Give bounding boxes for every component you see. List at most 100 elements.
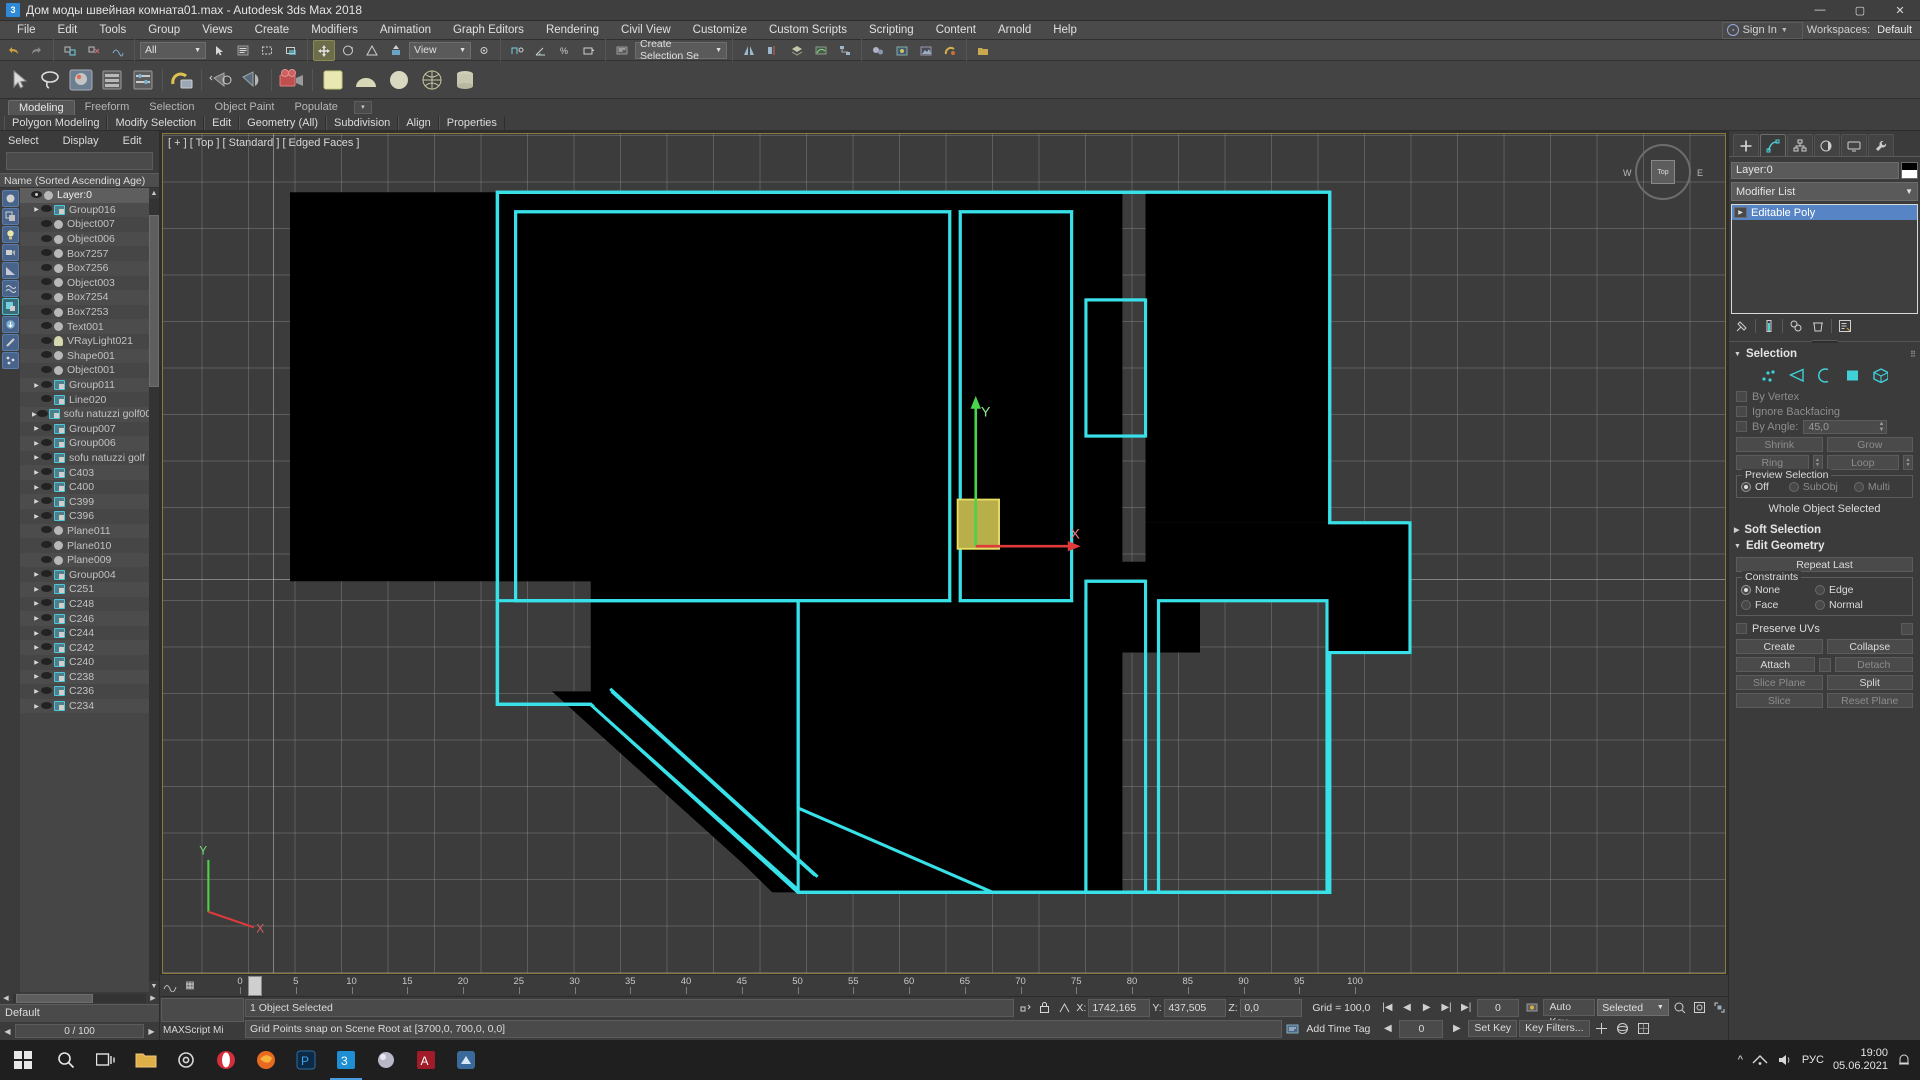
material-slot-flat-icon[interactable]	[317, 64, 349, 96]
scene-explorer-item[interactable]: ▶ Group006	[20, 436, 149, 451]
preview-multi-radio[interactable]	[1853, 482, 1864, 492]
scene-explorer-item[interactable]: ▶ C403	[20, 465, 149, 480]
reference-coordinate-dropdown[interactable]: View ▼	[409, 41, 471, 59]
material-slot-dome-icon[interactable]	[350, 64, 382, 96]
timeline-ticks[interactable]: 0 5 10 15 20 25 30 35 40 45 50 55 60 65 70 75 80 85 90 95 10…	[200, 975, 1728, 997]
scene-explorer-item[interactable]: Box7256	[20, 260, 149, 276]
scene-explorer-item[interactable]: Plane009	[20, 552, 149, 568]
frame-field[interactable]: 0 / 100	[15, 1024, 144, 1038]
scroll-up-icon[interactable]: ▲	[149, 188, 159, 199]
filter-particles-icon[interactable]	[1, 352, 19, 369]
menu-civil-view[interactable]: Civil View	[610, 21, 682, 40]
rectangular-select-region-icon[interactable]	[256, 40, 278, 61]
scroll-down-icon[interactable]: ▼	[149, 981, 159, 992]
bind-space-warp-icon[interactable]	[107, 40, 129, 61]
filter-shapes-icon[interactable]	[1, 208, 19, 225]
visibility-eye-icon[interactable]	[41, 322, 53, 331]
zoom-tool-icon[interactable]	[1671, 999, 1689, 1017]
window-crossing-icon[interactable]	[280, 40, 302, 61]
expand-arrow-icon[interactable]: ▶	[32, 571, 41, 578]
layer-explorer-icon[interactable]	[786, 40, 808, 61]
scene-explorer-item[interactable]: ▶ C244	[20, 625, 149, 641]
next-frame-icon[interactable]: ▶|	[1438, 999, 1456, 1017]
x-coordinate-field[interactable]: 1742,165	[1088, 998, 1151, 1017]
expand-arrow-icon[interactable]: ▶	[32, 688, 41, 695]
time-slider-bar[interactable]: ▦ 0 5 10 15 20 25 30 35 40 45 50 55 60 65 70 75 80 85 90 95…	[160, 974, 1728, 996]
visibility-eye-icon[interactable]	[41, 453, 53, 462]
hscroll-thumb[interactable]	[15, 993, 93, 1003]
render-production-large-icon[interactable]	[167, 64, 197, 96]
scene-explorer-item[interactable]: Line020	[20, 392, 149, 407]
visibility-eye-icon[interactable]	[41, 701, 53, 711]
photoshop-icon[interactable]: P	[286, 1040, 326, 1080]
preview-subobj-radio[interactable]	[1788, 482, 1799, 492]
visibility-eye-icon[interactable]	[41, 263, 53, 273]
expand-arrow-icon[interactable]: ▶	[32, 454, 41, 461]
task-view-icon[interactable]	[86, 1040, 126, 1080]
filter-keys-icon[interactable]: ▦	[180, 977, 200, 995]
menu-file[interactable]: File	[6, 21, 47, 40]
key-mode-next-icon[interactable]: ▶	[1447, 1020, 1466, 1038]
material-slot-teapot-icon[interactable]	[416, 64, 448, 96]
hierarchy-tab[interactable]	[1787, 134, 1813, 156]
z-coordinate-field[interactable]: 0,0	[1240, 998, 1303, 1017]
collapse-triangle-icon[interactable]: ▼	[1734, 351, 1741, 358]
by-angle-option[interactable]: By Angle: 45,0 ▲ ▼	[1736, 419, 1913, 434]
soft-selection-rollout-header[interactable]: ▶ Soft Selection	[1731, 522, 1918, 538]
edit-geometry-rollout-header[interactable]: ▼ Edit Geometry	[1731, 538, 1918, 554]
undo-icon[interactable]	[2, 40, 24, 61]
scene-explorer-item[interactable]: ▶ C240	[20, 655, 149, 670]
time-slider-handle[interactable]	[248, 975, 262, 996]
menu-create[interactable]: Create	[244, 21, 301, 40]
material-editor-icon[interactable]	[867, 40, 889, 61]
visibility-eye-icon[interactable]	[41, 672, 53, 681]
ignore-backfacing-checkbox[interactable]	[1736, 406, 1747, 417]
scene-explorer-item[interactable]: Object006	[20, 231, 149, 247]
snaps-toggle-icon[interactable]	[506, 40, 528, 61]
unlink-icon[interactable]	[83, 40, 105, 61]
vertex-icon[interactable]	[1761, 368, 1776, 383]
scene-explorer-item[interactable]: Object001	[20, 363, 149, 378]
notifications-icon[interactable]	[1897, 1053, 1911, 1067]
modifier-stack[interactable]: ▶ Editable Poly	[1731, 204, 1918, 314]
menu-group[interactable]: Group	[137, 21, 191, 40]
visibility-eye-icon[interactable]	[41, 219, 53, 229]
viewport-top[interactable]: [ + ] [ Top ] [ Standard ] [ Edged Faces…	[162, 133, 1726, 974]
scene-explorer-list[interactable]: Layer:0 ▶ Group016 Object007 Object006 Box725…	[20, 188, 149, 992]
visibility-eye-icon[interactable]	[41, 380, 53, 390]
filter-geometry-icon[interactable]	[1, 190, 19, 207]
spinner-snap-icon[interactable]	[578, 40, 600, 61]
firefox-icon[interactable]	[246, 1040, 286, 1080]
y-coordinate-field[interactable]: 437,505	[1164, 998, 1227, 1017]
visibility-eye-icon[interactable]	[41, 482, 53, 492]
scene-explorer-item[interactable]: ▶ Group007	[20, 421, 149, 437]
view-cube-box[interactable]: Top	[1651, 160, 1675, 184]
by-vertex-checkbox[interactable]	[1736, 391, 1747, 402]
curve-editor-icon[interactable]	[810, 40, 832, 61]
scene-explorer-menu-display[interactable]: Display	[63, 135, 99, 147]
visibility-eye-icon[interactable]	[41, 365, 53, 375]
selection-lock-toggle-icon[interactable]	[1014, 999, 1034, 1017]
render-in-cloud-icon[interactable]	[206, 64, 236, 96]
ribbon-tab-object-paint[interactable]: Object Paint	[205, 100, 285, 115]
visibility-eye-icon[interactable]	[41, 657, 53, 667]
select-by-name-icon[interactable]	[232, 40, 254, 61]
slice-button[interactable]: Slice	[1736, 693, 1823, 708]
scroll-right-icon[interactable]: ▶	[147, 994, 159, 1002]
scene-explorer-item[interactable]: Plane011	[20, 523, 149, 539]
visibility-eye-icon[interactable]	[41, 278, 53, 287]
scene-explorer-item[interactable]: Plane010	[20, 538, 149, 553]
expand-arrow-icon[interactable]: ▶	[32, 440, 41, 447]
show-end-result-icon[interactable]	[1760, 317, 1778, 335]
set-key-button[interactable]: Set Key	[1468, 1020, 1518, 1037]
render-setup-large-icon[interactable]	[97, 64, 127, 96]
material-slot-cylinder-icon[interactable]	[449, 64, 481, 96]
menu-rendering[interactable]: Rendering	[535, 21, 610, 40]
scene-explorer-item[interactable]: Box7257	[20, 246, 149, 261]
minimize-button[interactable]: —	[1800, 0, 1840, 21]
by-angle-checkbox[interactable]	[1736, 421, 1747, 432]
menu-scripting[interactable]: Scripting	[858, 21, 925, 40]
scene-explorer-item[interactable]: Object003	[20, 275, 149, 291]
visibility-eye-icon[interactable]	[41, 555, 53, 565]
previous-frame-icon[interactable]: ◀	[1398, 999, 1416, 1017]
